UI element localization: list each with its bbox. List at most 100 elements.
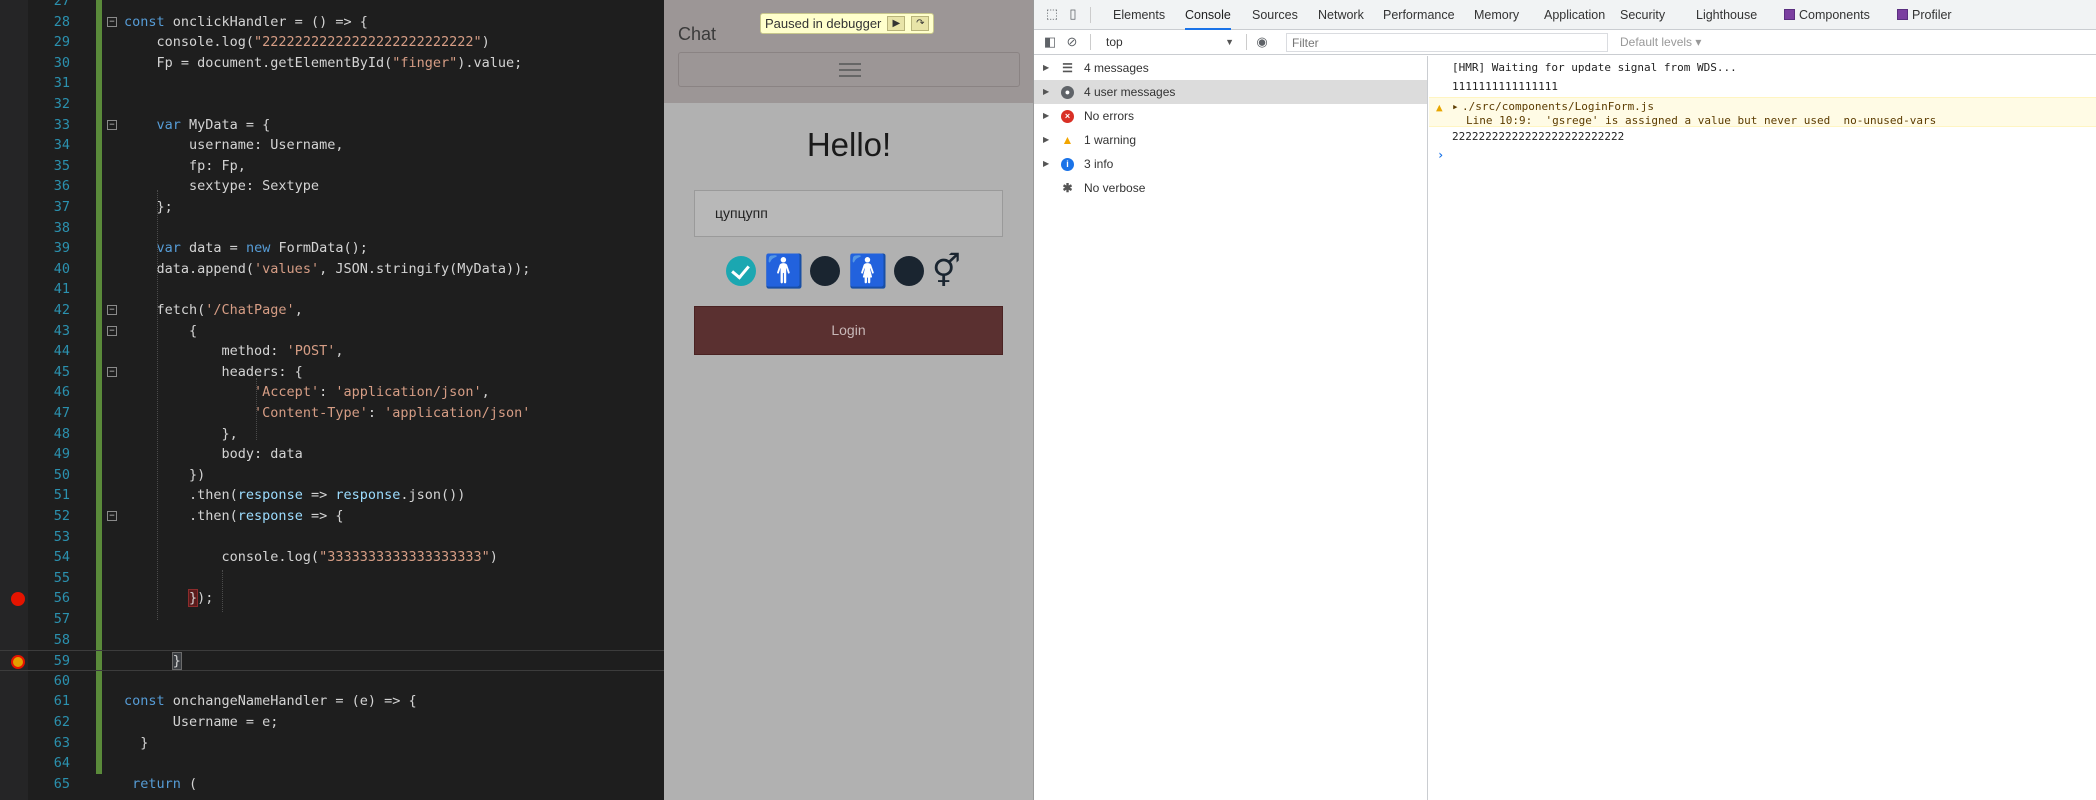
tab-performance[interactable]: Performance bbox=[1383, 0, 1455, 30]
sidebar-item[interactable]: ✱ No verbose bbox=[1034, 176, 1427, 200]
code-line[interactable]: 57 bbox=[0, 609, 664, 630]
code-line[interactable]: 40 data.append('values', JSON.stringify(… bbox=[0, 259, 664, 280]
warning-file-link[interactable]: ./src/components/LoginForm.js bbox=[1462, 100, 1654, 113]
step-over-icon[interactable]: ↷ bbox=[911, 16, 930, 31]
console-warning[interactable]: ▲ ▸ ./src/components/LoginForm.js Line 1… bbox=[1429, 97, 2096, 127]
code-text: const onchangeNameHandler = (e) => { bbox=[124, 693, 417, 710]
paused-breakpoint-icon[interactable] bbox=[11, 655, 25, 670]
code-line[interactable]: 45 − headers: { bbox=[0, 362, 664, 383]
code-line[interactable]: 52− .then(response => { bbox=[0, 506, 664, 527]
navbar-brand[interactable]: Chat bbox=[678, 24, 716, 45]
code-line[interactable]: 54 console.log("3333333333333333333") bbox=[0, 547, 664, 568]
code-line[interactable]: 30 Fp = document.getElementById("finger"… bbox=[0, 53, 664, 74]
breakpoint-icon[interactable] bbox=[11, 592, 25, 607]
navbar-toggler-button[interactable] bbox=[678, 52, 1020, 87]
inspect-element-icon[interactable]: ⬚ bbox=[1044, 6, 1060, 22]
code-line[interactable]: 35 fp: Fp, bbox=[0, 156, 664, 177]
fold-toggle-icon[interactable]: − bbox=[107, 119, 117, 130]
code-line[interactable]: 28 − const onclickHandler = () => { bbox=[0, 12, 664, 33]
code-editor[interactable]: 27 28− const onclickHandler = () => {29 co… bbox=[0, 0, 664, 800]
username-input[interactable] bbox=[694, 190, 1003, 237]
code-text: console.log("22222222222222222222222222"… bbox=[124, 34, 490, 51]
code-line[interactable]: 51 .then(response => response.json()) bbox=[0, 485, 664, 506]
code-line[interactable]: 56 }); bbox=[0, 588, 664, 609]
code-line[interactable]: 38 bbox=[0, 218, 664, 239]
code-line[interactable]: 49 body: data bbox=[0, 444, 664, 465]
tab-components[interactable]: Components bbox=[1784, 0, 1870, 30]
console-prompt[interactable]: › bbox=[1429, 148, 2096, 166]
code-line[interactable]: 44 method: 'POST', bbox=[0, 341, 664, 362]
code-line[interactable]: 43 − { bbox=[0, 321, 664, 342]
code-line[interactable]: 55 bbox=[0, 568, 664, 589]
sidebar-item[interactable]: ▶ × No errors bbox=[1034, 104, 1427, 128]
tab-console[interactable]: Console bbox=[1185, 0, 1231, 30]
fold-toggle-icon[interactable]: − bbox=[107, 511, 117, 521]
sidebar-item[interactable]: ▶ ☰ 4 messages bbox=[1034, 56, 1427, 80]
code-line[interactable]: 29 console.log("222222222222222222222222… bbox=[0, 32, 664, 53]
tab-lighthouse[interactable]: Lighthouse bbox=[1696, 0, 1757, 30]
expand-triangle-icon[interactable]: ▶ bbox=[1043, 128, 1049, 152]
expand-triangle-icon[interactable]: ▶ bbox=[1043, 80, 1049, 104]
tab-label: Application bbox=[1544, 8, 1606, 22]
code-line[interactable]: 37 }; bbox=[0, 197, 664, 218]
code-line[interactable]: 36 sextype: Sextype bbox=[0, 176, 664, 197]
sidebar-item[interactable]: ▶ ▲ 1 warning bbox=[1034, 128, 1427, 152]
expand-triangle-icon[interactable]: ▶ bbox=[1043, 104, 1049, 128]
tab-memory[interactable]: Memory bbox=[1474, 0, 1519, 30]
clear-console-icon[interactable]: ⊘ bbox=[1064, 34, 1080, 50]
checked-radio-option[interactable] bbox=[726, 256, 756, 286]
code-line[interactable]: 50 }) bbox=[0, 465, 664, 486]
live-expression-eye-icon[interactable]: ◉ bbox=[1254, 34, 1270, 50]
page-heading: Hello! bbox=[806, 126, 892, 163]
show-sidebar-icon[interactable]: ◧ bbox=[1042, 34, 1058, 50]
code-line[interactable]: 61 const onchangeNameHandler = (e) => { bbox=[0, 691, 664, 712]
context-selector[interactable]: top ▼ bbox=[1106, 33, 1236, 52]
tab-elements[interactable]: Elements bbox=[1113, 0, 1165, 30]
fold-toggle-icon[interactable]: − bbox=[107, 325, 117, 336]
indent-guide bbox=[157, 190, 158, 620]
code-line[interactable]: 58 bbox=[0, 630, 664, 651]
code-line[interactable]: 39 var data = new FormData(); bbox=[0, 238, 664, 259]
code-line[interactable]: 32 bbox=[0, 94, 664, 115]
code-line[interactable]: 46 'Accept': 'application/json', bbox=[0, 382, 664, 403]
fold-toggle-icon[interactable]: − bbox=[107, 16, 117, 27]
code-line[interactable]: 48 }, bbox=[0, 424, 664, 445]
tab-sources[interactable]: Sources bbox=[1252, 0, 1298, 30]
unchecked-radio-option[interactable] bbox=[810, 256, 840, 286]
fold-toggle-icon[interactable]: − bbox=[107, 366, 117, 377]
tab-application[interactable]: Application bbox=[1544, 0, 1605, 30]
tab-profiler[interactable]: Profiler bbox=[1897, 0, 1952, 30]
expand-triangle-icon[interactable]: ▸ bbox=[1452, 100, 1459, 113]
code-line[interactable]: 64 bbox=[0, 753, 664, 774]
expand-triangle-icon[interactable]: ▶ bbox=[1043, 152, 1049, 176]
code-line[interactable]: 34 username: Username, bbox=[0, 135, 664, 156]
login-button[interactable]: Login bbox=[694, 306, 1003, 355]
line-number: 46 bbox=[53, 384, 70, 401]
tab-security[interactable]: Security bbox=[1620, 0, 1665, 30]
code-text: headers: { bbox=[124, 363, 303, 380]
code-line[interactable]: 63 } bbox=[0, 733, 664, 754]
line-number: 32 bbox=[53, 96, 70, 112]
sidebar-item[interactable]: ▶ i 3 info bbox=[1034, 152, 1427, 176]
code-line[interactable]: 27 bbox=[0, 0, 664, 12]
unchecked-radio-option[interactable] bbox=[894, 256, 924, 286]
device-toolbar-icon[interactable]: ▯ bbox=[1065, 6, 1081, 22]
code-line[interactable]: 62 Username = e; bbox=[0, 712, 664, 733]
sidebar-item[interactable]: ▶ ● 4 user messages bbox=[1034, 80, 1427, 104]
tab-network[interactable]: Network bbox=[1318, 0, 1364, 30]
expand-triangle-icon[interactable]: ▶ bbox=[1043, 56, 1049, 80]
console-messages: [HMR] Waiting for update signal from WDS… bbox=[1429, 56, 2096, 800]
code-line[interactable]: 33 − var MyData = { bbox=[0, 115, 664, 136]
code-line[interactable]: 41 bbox=[0, 279, 664, 300]
code-line[interactable]: 53 bbox=[0, 527, 664, 548]
code-line[interactable]: 47 'Content-Type': 'application/json' bbox=[0, 403, 664, 424]
resume-icon[interactable]: ▶ bbox=[887, 16, 906, 31]
code-line[interactable]: 60 bbox=[0, 671, 664, 692]
code-line[interactable]: 65 return ( bbox=[0, 774, 664, 795]
code-line[interactable]: 59 } bbox=[0, 650, 664, 671]
code-line[interactable]: 42 − fetch('/ChatPage', bbox=[0, 300, 664, 321]
code-line[interactable]: 31 bbox=[0, 73, 664, 94]
fold-toggle-icon[interactable]: − bbox=[107, 305, 117, 315]
log-levels-dropdown[interactable]: Default levels ▾ bbox=[1620, 33, 1701, 52]
console-filter-input[interactable] bbox=[1286, 33, 1608, 52]
